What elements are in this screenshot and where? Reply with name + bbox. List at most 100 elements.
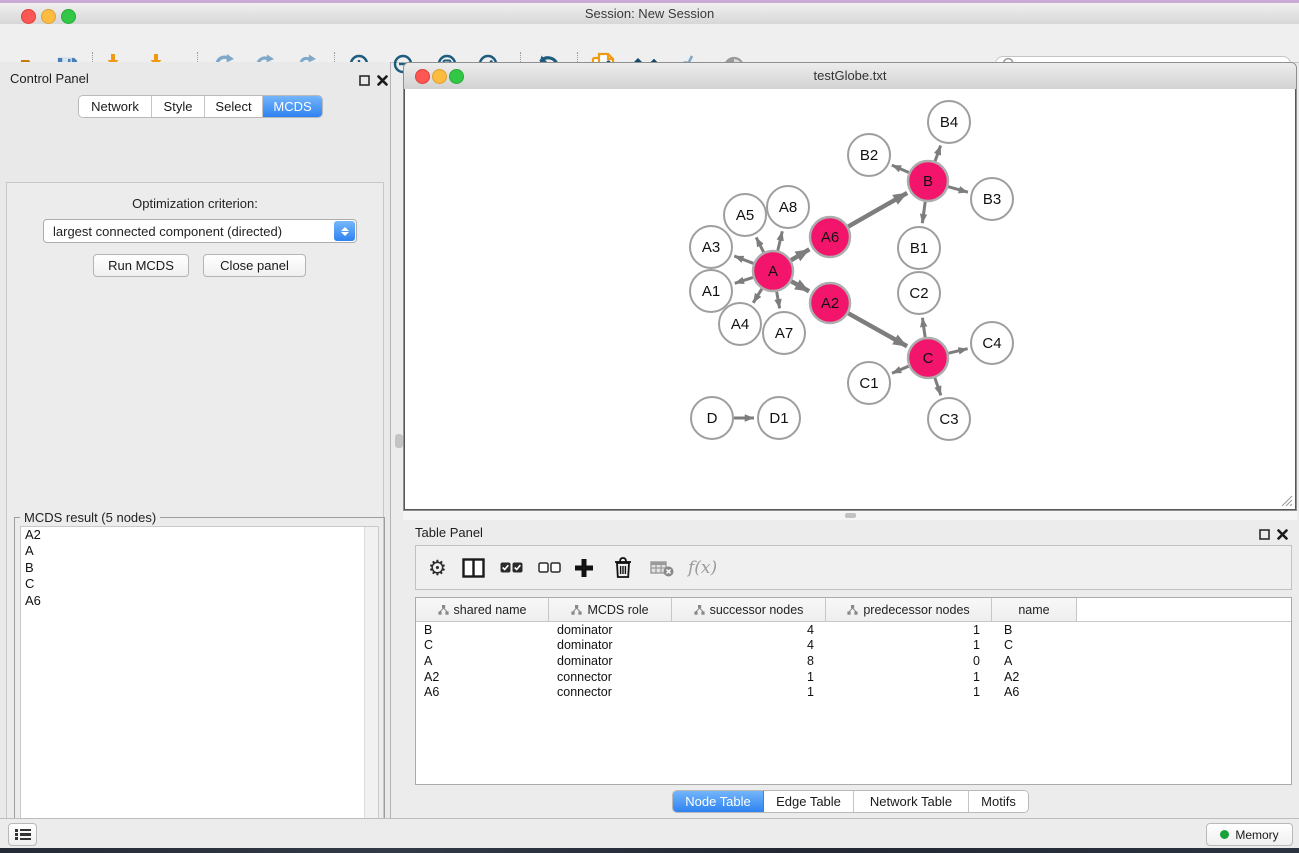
gear-icon[interactable]: ⚙	[428, 546, 447, 589]
run-mcds-button[interactable]: Run MCDS	[93, 254, 189, 277]
table-cell[interactable]: C	[416, 638, 549, 652]
graph-edge-B-B4[interactable]	[935, 146, 941, 162]
mcds-result-item[interactable]: A	[21, 543, 378, 559]
table-cell[interactable]: A2	[416, 670, 549, 684]
table-cell[interactable]: connector	[549, 685, 672, 699]
table-row[interactable]: A2connector11A2	[416, 669, 1291, 685]
graph-edge-A-A5[interactable]	[756, 237, 763, 252]
graph-node-label: A5	[736, 207, 754, 224]
graph-edge-C-C2[interactable]	[922, 318, 925, 337]
memory-label: Memory	[1235, 828, 1278, 842]
mcds-result-item[interactable]: C	[21, 576, 378, 592]
task-history-button[interactable]	[8, 823, 37, 846]
horizontal-scrollbar[interactable]	[403, 511, 1297, 520]
table-cell[interactable]: dominator	[549, 623, 672, 637]
table-cell[interactable]: A6	[992, 685, 1077, 699]
network-window-titlebar[interactable]: testGlobe.txt	[404, 63, 1296, 90]
tab-network-table[interactable]: Network Table	[854, 791, 969, 812]
graph-node-label: A3	[702, 239, 720, 256]
network-canvas[interactable]: AA1A2A3A4A5A6A7A8BB1B2B3B4CC1C2C3C4DD1	[404, 89, 1296, 510]
graph-node-label: B1	[910, 240, 928, 257]
table-cell[interactable]: 1	[826, 638, 992, 652]
deselect-all-icon[interactable]	[538, 546, 561, 589]
trash-icon[interactable]	[612, 546, 634, 589]
graph-edge-A2-C[interactable]	[848, 313, 907, 346]
table-cell[interactable]: A	[992, 654, 1077, 668]
graph-edge-B-B3[interactable]	[948, 187, 968, 193]
status-bar: Memory	[0, 818, 1299, 848]
columns-icon[interactable]	[462, 546, 485, 589]
memory-button[interactable]: Memory	[1206, 823, 1293, 846]
float-icon[interactable]	[359, 73, 370, 91]
table-cell[interactable]: A	[416, 654, 549, 668]
memory-status-dot	[1220, 830, 1229, 839]
column-header-name[interactable]: name	[992, 598, 1077, 621]
table-cell[interactable]: dominator	[549, 638, 672, 652]
add-column-icon[interactable]	[573, 546, 595, 589]
select-all-icon[interactable]	[500, 546, 523, 589]
table-cell[interactable]: 4	[672, 623, 826, 637]
scrollbar-thumb[interactable]	[845, 513, 856, 518]
tab-node-table[interactable]: Node Table	[673, 791, 764, 812]
criterion-dropdown[interactable]: largest connected component (directed)	[43, 219, 357, 243]
tab-style[interactable]: Style	[152, 96, 205, 117]
table-row[interactable]: Adominator80A	[416, 653, 1291, 669]
table-cell[interactable]: 1	[672, 670, 826, 684]
graph-edge-A-A3[interactable]	[734, 256, 753, 263]
table-row[interactable]: Cdominator41C	[416, 638, 1291, 654]
mcds-result-item[interactable]: B	[21, 560, 378, 576]
table-cell[interactable]: 1	[672, 685, 826, 699]
tab-motifs[interactable]: Motifs	[969, 791, 1028, 812]
scrollbar-track[interactable]	[364, 527, 378, 853]
table-cell[interactable]: 1	[826, 670, 992, 684]
column-header-MCDS-role[interactable]: MCDS role	[549, 598, 672, 621]
column-header-shared-name[interactable]: shared name	[416, 598, 549, 621]
table-cell[interactable]: A6	[416, 685, 549, 699]
table-row[interactable]: A6connector11A6	[416, 684, 1291, 700]
table-cell[interactable]: 1	[826, 623, 992, 637]
close-icon[interactable]	[1277, 527, 1288, 545]
mcds-result-list[interactable]: A2ABCA6	[20, 526, 379, 853]
close-icon[interactable]	[377, 73, 388, 91]
table-cell[interactable]: C	[992, 638, 1077, 652]
graph-edge-B-B2[interactable]	[892, 165, 909, 172]
graph-edge-B-B1[interactable]	[922, 202, 925, 223]
graph-edge-A-A2[interactable]	[791, 281, 809, 291]
table-cell[interactable]: dominator	[549, 654, 672, 668]
tab-select[interactable]: Select	[205, 96, 263, 117]
graph-edge-A-A1[interactable]	[735, 277, 753, 283]
graph-edge-A-A4[interactable]	[753, 289, 762, 303]
table-cell[interactable]: B	[416, 623, 549, 637]
criterion-label: Optimization criterion:	[7, 196, 383, 211]
resize-grip-icon[interactable]	[1281, 495, 1293, 507]
tree-icon	[847, 605, 858, 615]
close-panel-button[interactable]: Close panel	[203, 254, 306, 277]
column-header-predecessor-nodes[interactable]: predecessor nodes	[826, 598, 992, 621]
splitter-handle[interactable]	[395, 434, 403, 448]
table-cell[interactable]: 1	[826, 685, 992, 699]
main-titlebar[interactable]: Session: New Session	[0, 3, 1299, 25]
tab-network[interactable]: Network	[79, 96, 152, 117]
mcds-result-item[interactable]: A2	[21, 527, 378, 543]
graph-edge-A-A6[interactable]	[791, 249, 809, 260]
graph-edge-A-A8[interactable]	[778, 231, 783, 250]
graph-edge-C-C3[interactable]	[935, 378, 941, 396]
graph-edge-A6-B[interactable]	[848, 193, 907, 227]
tab-edge-table[interactable]: Edge Table	[764, 791, 854, 812]
table-cell[interactable]: 8	[672, 654, 826, 668]
table-cell[interactable]: 4	[672, 638, 826, 652]
table-cell[interactable]: B	[992, 623, 1077, 637]
column-header-successor-nodes[interactable]: successor nodes	[672, 598, 826, 621]
network-graph[interactable]: AA1A2A3A4A5A6A7A8BB1B2B3B4CC1C2C3C4DD1	[405, 89, 1297, 510]
table-cell[interactable]: A2	[992, 670, 1077, 684]
float-icon[interactable]	[1259, 527, 1270, 545]
graph-edge-C-C4[interactable]	[948, 349, 967, 354]
table-cell[interactable]: connector	[549, 670, 672, 684]
table-row[interactable]: Bdominator41B	[416, 622, 1291, 638]
tab-mcds[interactable]: MCDS	[263, 96, 322, 117]
table-cell[interactable]: 0	[826, 654, 992, 668]
delete-table-icon[interactable]	[650, 546, 674, 589]
graph-edge-C-C1[interactable]	[892, 366, 909, 373]
graph-edge-A-A7[interactable]	[777, 292, 780, 309]
mcds-result-item[interactable]: A6	[21, 593, 378, 609]
